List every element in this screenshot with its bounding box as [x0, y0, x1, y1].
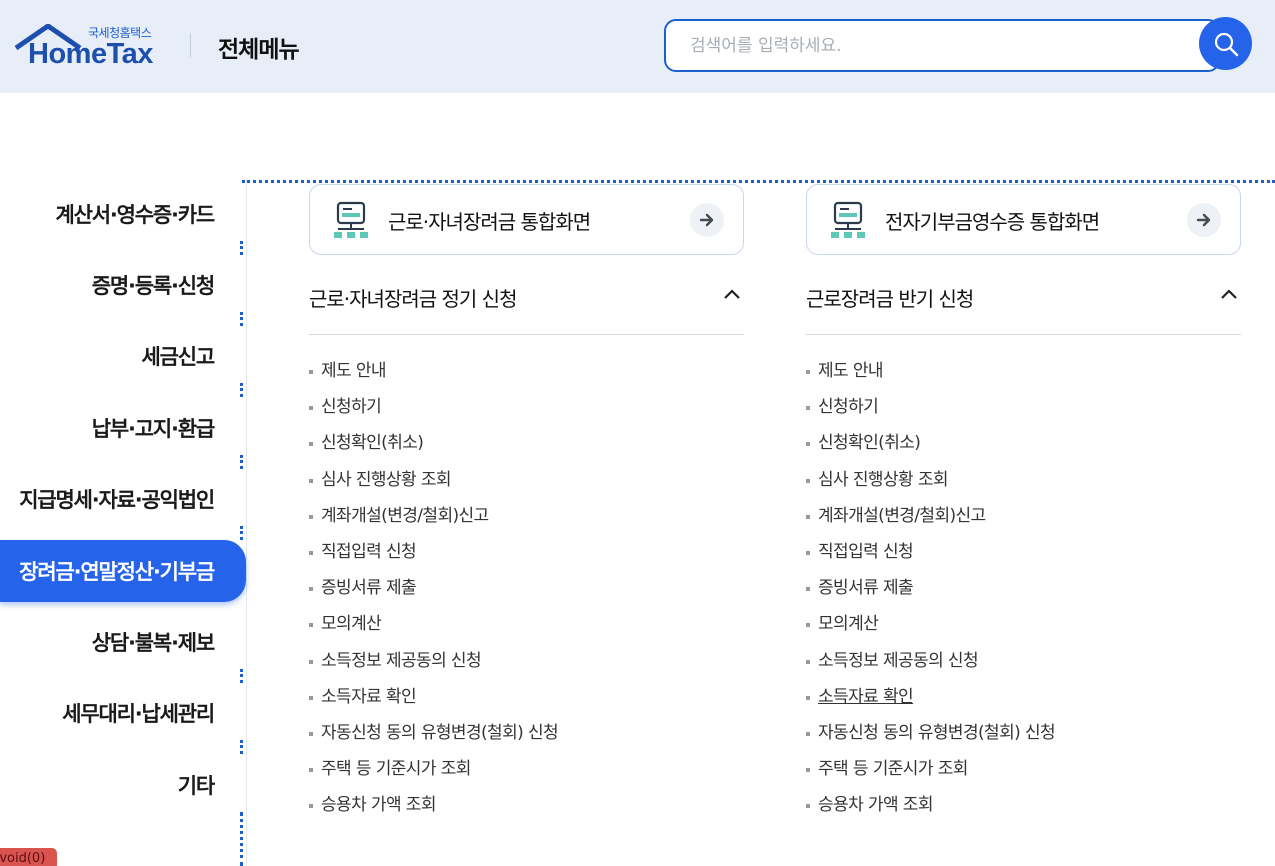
- arrow-right-icon: [1187, 203, 1221, 237]
- list-item[interactable]: 소득정보 제공동의 신청: [309, 650, 744, 686]
- focus-marker: [240, 312, 243, 326]
- monitor-network-icon: [334, 201, 368, 238]
- link-list: 제도 안내 신청하기 신청확인(취소) 심사 진행상황 조회 계좌개설(변경/철…: [309, 335, 744, 830]
- list-item[interactable]: 계좌개설(변경/철회)신고: [309, 505, 744, 541]
- focus-marker: [240, 383, 243, 397]
- list-item[interactable]: 자동신청 동의 유형변경(철회) 신청: [806, 722, 1241, 758]
- list-item[interactable]: 계좌개설(변경/철회)신고: [806, 505, 1241, 541]
- menu-column-2: 전자기부금영수증 통합화면 근로장려금 반기 신청 제도 안내 신청하기 신청확…: [806, 184, 1241, 830]
- focus-marker: [240, 526, 243, 540]
- link-list: 제도 안내 신청하기 신청확인(취소) 심사 진행상황 조회 계좌개설(변경/철…: [806, 335, 1241, 830]
- menu-item-tax-return[interactable]: 세금신고: [0, 325, 246, 387]
- header-divider: [190, 33, 191, 57]
- list-item[interactable]: 증빙서류 제출: [806, 577, 1241, 613]
- card-label: 전자기부금영수증 통합화면: [885, 210, 1100, 234]
- list-item[interactable]: 소득자료 확인: [309, 686, 744, 722]
- search-input[interactable]: [690, 33, 1170, 59]
- section-header[interactable]: 근로장려금 반기 신청: [806, 255, 1241, 335]
- list-item[interactable]: 주택 등 기준시가 조회: [309, 758, 744, 794]
- focus-marker: [240, 812, 243, 866]
- search-button[interactable]: [1199, 17, 1252, 70]
- menu-item-consulting[interactable]: 상담·불복·제보: [0, 611, 246, 673]
- list-item[interactable]: 신청확인(취소): [806, 432, 1241, 468]
- list-item[interactable]: 자동신청 동의 유형변경(철회) 신청: [309, 722, 744, 758]
- debug-badge: rvoid(0): [0, 848, 57, 866]
- list-item[interactable]: 소득정보 제공동의 신청: [806, 650, 1241, 686]
- list-item[interactable]: 직접입력 신청: [806, 541, 1241, 577]
- search-icon: [1214, 32, 1238, 56]
- category-menu: 계산서·영수증·카드 증명·등록·신청 세금신고 납부·고지·환급 지급명세·자…: [0, 178, 247, 866]
- list-item[interactable]: 모의계산: [806, 613, 1241, 649]
- chevron-up-icon: [1221, 289, 1237, 299]
- card-label: 근로·자녀장려금 통합화면: [388, 210, 591, 234]
- menu-item-etc[interactable]: 기타: [0, 754, 246, 816]
- menu-item-certificate[interactable]: 증명·등록·신청: [0, 254, 246, 316]
- integrated-screen-card[interactable]: 근로·자녀장려금 통합화면: [309, 184, 744, 255]
- focus-marker: [240, 669, 243, 683]
- menu-item-statements[interactable]: 지급명세·자료·공익법인: [0, 468, 246, 530]
- header: 국세청홈택스 HomeTax 전체메뉴: [0, 0, 1275, 93]
- section-title: 근로·자녀장려금 정기 신청: [309, 287, 517, 311]
- list-item[interactable]: 심사 진행상황 조회: [309, 469, 744, 505]
- list-item[interactable]: 승용차 가액 조회: [806, 794, 1241, 830]
- focus-marker: [240, 241, 243, 255]
- menu-column-1: 근로·자녀장려금 통합화면 근로·자녀장려금 정기 신청 제도 안내 신청하기 …: [309, 184, 744, 830]
- list-item[interactable]: 제도 안내: [806, 360, 1241, 396]
- chevron-up-icon: [724, 289, 740, 299]
- list-item[interactable]: 신청하기: [309, 396, 744, 432]
- list-item[interactable]: 신청하기: [806, 396, 1241, 432]
- integrated-screen-card[interactable]: 전자기부금영수증 통합화면: [806, 184, 1241, 255]
- menu-item-invoice[interactable]: 계산서·영수증·카드: [0, 183, 246, 245]
- monitor-network-icon: [831, 201, 865, 238]
- list-item[interactable]: 심사 진행상황 조회: [806, 469, 1241, 505]
- list-item[interactable]: 주택 등 기준시가 조회: [806, 758, 1241, 794]
- search-box: [664, 19, 1220, 72]
- menu-item-tax-agent[interactable]: 세무대리·납세관리: [0, 682, 246, 744]
- list-item[interactable]: 직접입력 신청: [309, 541, 744, 577]
- focus-marker: [240, 740, 243, 754]
- logo-text: HomeTax: [28, 38, 153, 70]
- page-title: 전체메뉴: [218, 37, 300, 63]
- hometax-logo[interactable]: 국세청홈택스 HomeTax: [14, 22, 164, 72]
- list-item[interactable]: 신청확인(취소): [309, 432, 744, 468]
- list-item[interactable]: 증빙서류 제출: [309, 577, 744, 613]
- focus-outline-top: [242, 180, 1275, 183]
- list-item[interactable]: 제도 안내: [309, 360, 744, 396]
- section-title: 근로장려금 반기 신청: [806, 287, 974, 311]
- arrow-right-icon: [690, 203, 724, 237]
- list-item[interactable]: 모의계산: [309, 613, 744, 649]
- list-item[interactable]: 소득자료 확인: [806, 686, 1241, 722]
- focus-marker: [240, 455, 243, 469]
- list-item[interactable]: 승용차 가액 조회: [309, 794, 744, 830]
- section-header[interactable]: 근로·자녀장려금 정기 신청: [309, 255, 744, 335]
- menu-item-incentives[interactable]: 장려금·연말정산·기부금: [0, 540, 246, 602]
- menu-item-payment[interactable]: 납부·고지·환급: [0, 397, 246, 459]
